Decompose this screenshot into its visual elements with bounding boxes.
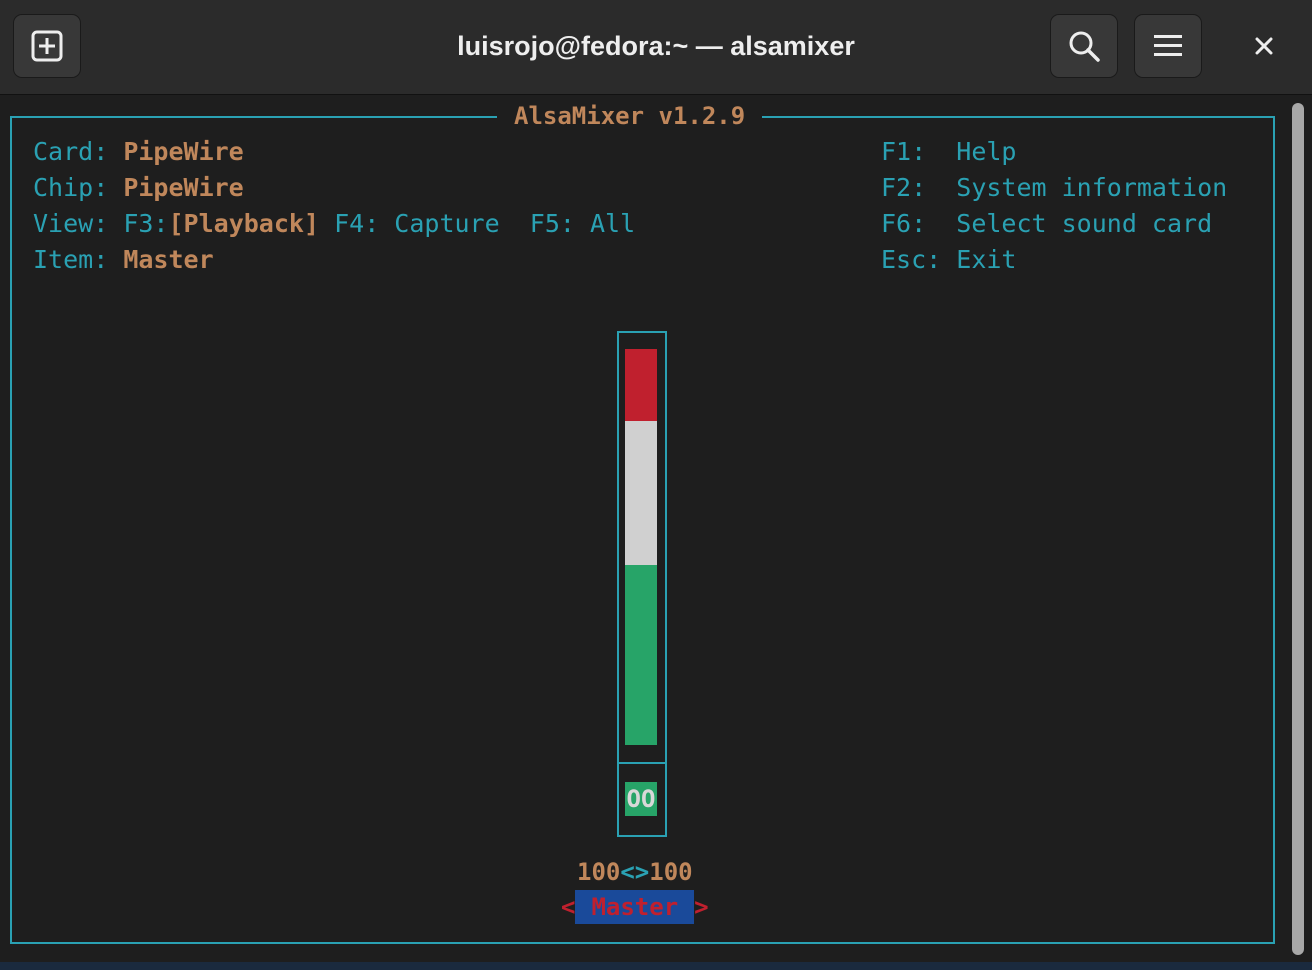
item-value: Master (123, 245, 214, 274)
scrollbar-thumb[interactable] (1292, 103, 1304, 955)
volume-bar-low (625, 565, 657, 745)
key-f6: F6: (881, 209, 927, 238)
view-playback[interactable]: Playback (184, 209, 304, 238)
card-line: Card: PipeWire (33, 134, 244, 170)
view-line: View: F3:[Playback] F4: Capture F5: All (33, 206, 635, 242)
key-esc: Esc: (881, 245, 942, 274)
left-level: 100 (577, 858, 621, 886)
volume-levels: 100<>100 (577, 856, 693, 888)
right-level: 100 (649, 858, 693, 886)
view-label: View: (33, 209, 109, 238)
control-name[interactable]: Master (575, 890, 695, 924)
mixer-title: AlsaMixer v1.2.9 (497, 100, 763, 132)
view-f4-capture[interactable]: F4: Capture (334, 209, 500, 238)
chip-value: PipeWire (123, 173, 244, 202)
volume-bar-mid (625, 421, 657, 565)
view-bracket-open: [ (168, 209, 184, 238)
search-icon (1069, 31, 1100, 62)
volume-slider-divider (617, 762, 667, 764)
chip-label: Chip: (33, 173, 109, 202)
key-f2-action: System information (956, 173, 1228, 202)
search-button[interactable] (1050, 14, 1118, 78)
key-help-esc[interactable]: Esc: Exit (881, 242, 1017, 278)
control-name-row[interactable]: < Master > (561, 890, 709, 924)
view-f5-all[interactable]: F5: All (530, 209, 635, 238)
scrollbar[interactable] (1284, 95, 1312, 962)
key-f6-action: Select sound card (956, 209, 1213, 238)
hamburger-icon (1154, 35, 1182, 56)
key-help-f6[interactable]: F6: Select sound card (881, 206, 1212, 242)
level-separator: <> (620, 858, 650, 886)
card-value: PipeWire (123, 137, 244, 166)
mute-toggle[interactable]: OO (625, 782, 657, 816)
view-bracket-close: ] (303, 209, 320, 238)
item-label: Item: (33, 245, 109, 274)
arrow-left: < (561, 893, 576, 921)
card-label: Card: (33, 137, 109, 166)
close-icon (1255, 37, 1273, 55)
arrow-right: > (694, 893, 709, 921)
chip-line: Chip: PipeWire (33, 170, 244, 206)
key-help-f2[interactable]: F2: System information (881, 170, 1227, 206)
item-line: Item: Master (33, 242, 214, 278)
key-f1-action: Help (956, 137, 1017, 166)
terminal-window: luisrojo@fedora:~ — alsamixer AlsaMixer … (0, 0, 1312, 970)
key-f1: F1: (881, 137, 927, 166)
menu-button[interactable] (1134, 14, 1202, 78)
view-f3-key[interactable]: F3: (123, 209, 168, 238)
key-help-f1[interactable]: F1: Help (881, 134, 1016, 170)
desktop-strip (0, 962, 1312, 970)
close-button[interactable] (1240, 26, 1288, 66)
volume-bar-high (625, 349, 657, 421)
key-esc-action: Exit (956, 245, 1017, 274)
header-bar: luisrojo@fedora:~ — alsamixer (0, 0, 1312, 95)
key-f2: F2: (881, 173, 927, 202)
